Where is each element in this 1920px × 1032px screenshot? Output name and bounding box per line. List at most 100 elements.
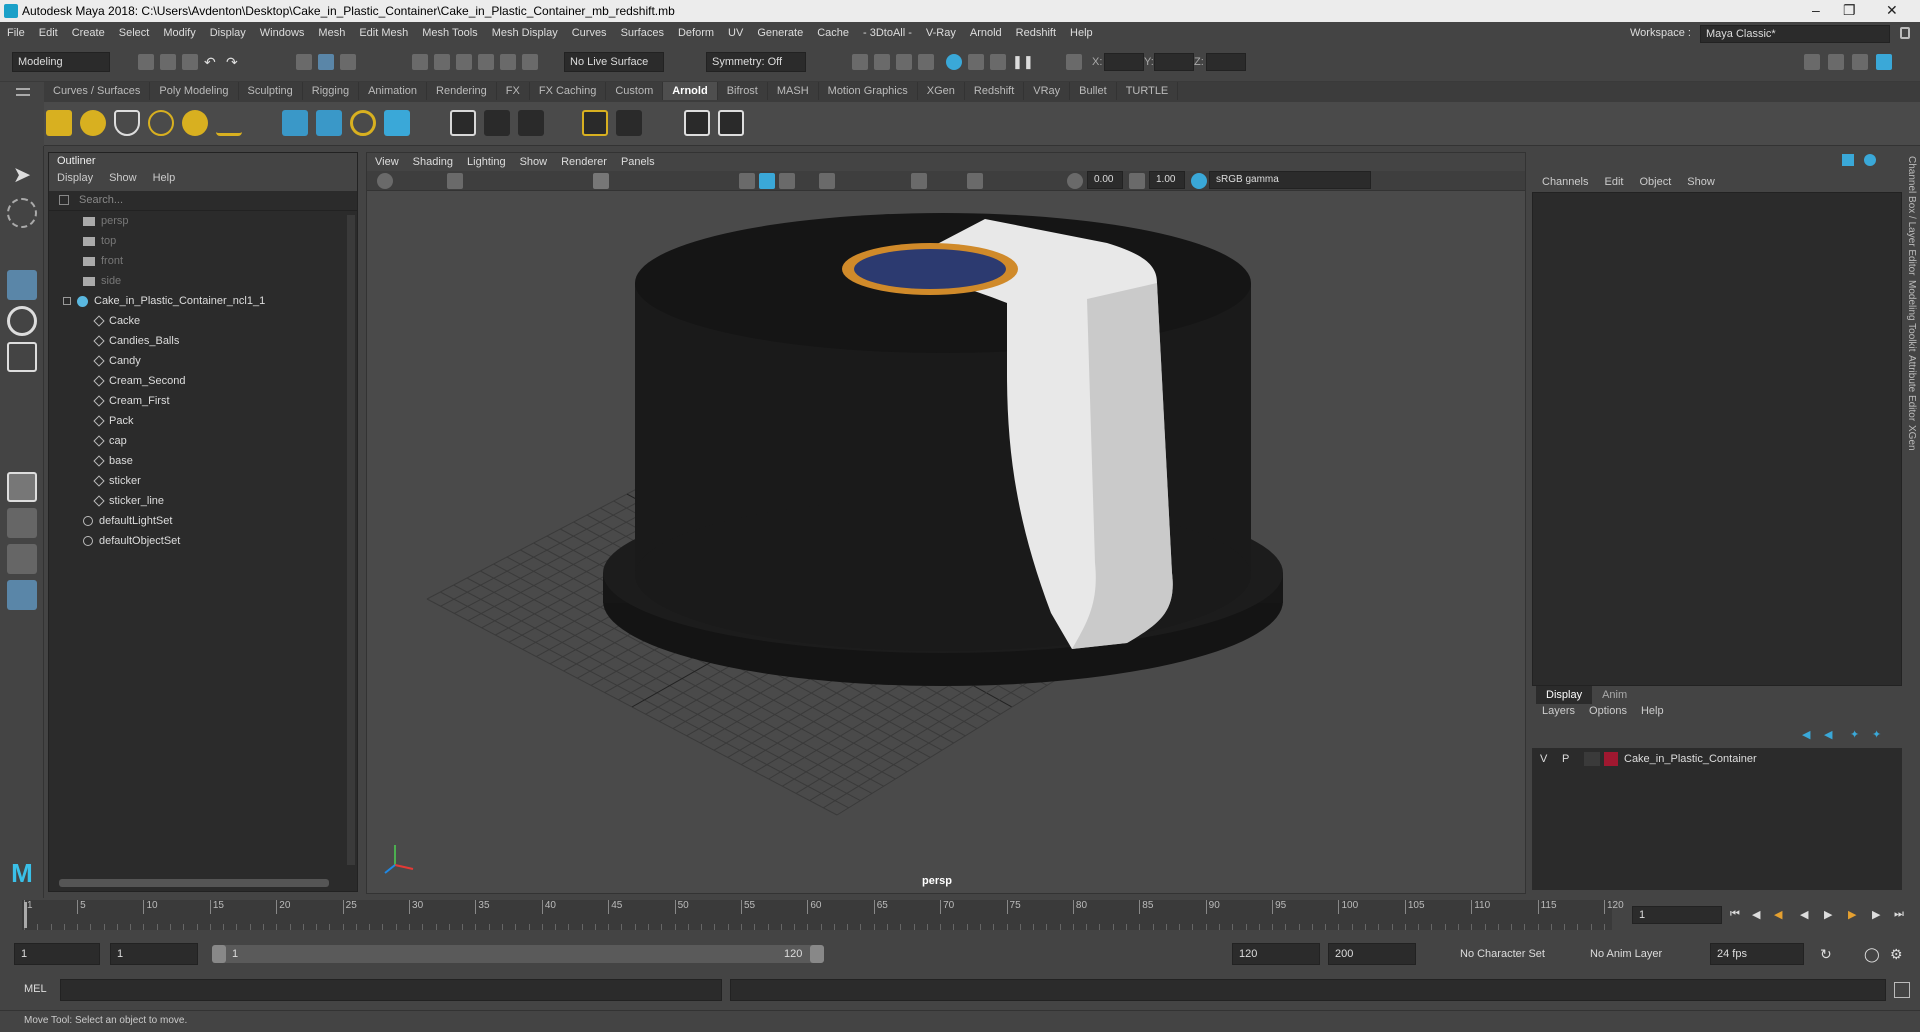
anim-prefs-icon[interactable]: ⚙: [1890, 946, 1903, 963]
pause-render-icon[interactable]: ❚❚: [1012, 54, 1034, 70]
new-layer-icon[interactable]: ✦: [1850, 728, 1866, 744]
menu-curves[interactable]: Curves: [572, 27, 607, 39]
outliner-horizontal-scrollbar[interactable]: [59, 879, 329, 887]
layer-row[interactable]: V P Cake_in_Plastic_Container: [1532, 748, 1902, 770]
hypershade-icon[interactable]: [946, 54, 962, 70]
volume-icon[interactable]: [384, 110, 410, 136]
viewport-menu-shading[interactable]: Shading: [413, 156, 453, 168]
shelf-tab-fx-caching[interactable]: FX Caching: [530, 82, 607, 100]
menu-help[interactable]: Help: [1070, 27, 1093, 39]
photometric-light-icon[interactable]: [182, 110, 208, 136]
undo-icon[interactable]: ↶: [204, 54, 220, 70]
viewport-scene[interactable]: [367, 193, 1525, 895]
outliner-menu-display[interactable]: Display: [57, 172, 93, 184]
attribute-icon[interactable]: [1864, 154, 1876, 166]
viewport-menu-panels[interactable]: Panels: [621, 156, 655, 168]
arnold-renderview-icon[interactable]: [684, 110, 710, 136]
range-slider-start-handle[interactable]: [212, 945, 226, 963]
shelf-tab-bifrost[interactable]: Bifrost: [718, 82, 768, 100]
channel-box-menu-channels[interactable]: Channels: [1542, 176, 1588, 188]
smooth-shade-icon[interactable]: [759, 173, 775, 189]
export-standin-icon[interactable]: [316, 110, 342, 136]
render-frame-icon[interactable]: [874, 54, 890, 70]
side-tab-attribute-editor[interactable]: Attribute Editor: [1906, 355, 1917, 421]
shelf-tab-arnold[interactable]: Arnold: [663, 82, 718, 100]
playback-end-field[interactable]: 120: [1232, 943, 1320, 965]
wireframe-icon[interactable]: [739, 173, 755, 189]
expand-toggle-icon[interactable]: [63, 297, 71, 306]
menu-create[interactable]: Create: [72, 27, 105, 39]
outliner-row[interactable]: Candy: [49, 351, 357, 371]
render-selected-icon[interactable]: [616, 110, 642, 136]
outliner-menu-show[interactable]: Show: [109, 172, 137, 184]
modeling-toolkit-icon[interactable]: [1804, 54, 1820, 70]
transform-mode-icon[interactable]: [1066, 54, 1082, 70]
outliner-menu-help[interactable]: Help: [153, 172, 176, 184]
move-tool-icon[interactable]: [7, 270, 37, 300]
snap-curve-icon[interactable]: [434, 54, 450, 70]
outliner-row[interactable]: defaultLightSet: [49, 511, 357, 531]
layer-tab-display[interactable]: Display: [1536, 686, 1593, 704]
exposure-icon[interactable]: [1067, 173, 1083, 189]
outliner-row[interactable]: top: [49, 231, 357, 251]
layer-visibility-toggle[interactable]: V: [1540, 753, 1562, 765]
outliner-row[interactable]: side: [49, 271, 357, 291]
snap-view-plane-icon[interactable]: [478, 54, 494, 70]
outliner-search-input[interactable]: Search...: [49, 191, 357, 211]
lock-icon[interactable]: [1900, 27, 1910, 39]
shelf-tab-vray[interactable]: VRay: [1024, 82, 1071, 100]
outliner-row[interactable]: sticker_line: [49, 491, 357, 511]
shelf-tab-custom[interactable]: Custom: [606, 82, 664, 100]
layer-name[interactable]: Cake_in_Plastic_Container: [1624, 753, 1757, 765]
outliner-row[interactable]: base: [49, 451, 357, 471]
layer-menu-layers[interactable]: Layers: [1542, 705, 1575, 717]
select-by-object-icon[interactable]: [318, 54, 334, 70]
redshift-render-icon[interactable]: [990, 54, 1006, 70]
channel-box[interactable]: [1532, 192, 1902, 686]
z-field[interactable]: [1206, 53, 1246, 71]
shelf-tab-animation[interactable]: Animation: [359, 82, 428, 100]
scene-end-field[interactable]: 200: [1328, 943, 1416, 965]
shelf-tab-motion-graphics[interactable]: Motion Graphics: [819, 82, 918, 100]
mel-input[interactable]: [60, 979, 722, 1001]
current-frame-field[interactable]: 1: [1632, 906, 1722, 924]
menu-arnold[interactable]: Arnold: [970, 27, 1002, 39]
color-space-select[interactable]: sRGB gamma: [1209, 171, 1371, 189]
maximize-button[interactable]: ❐: [1843, 2, 1856, 19]
four-view-layout-icon[interactable]: [7, 508, 37, 538]
paint-select-tool-icon[interactable]: [7, 234, 37, 264]
step-forward-key-icon[interactable]: ▶: [1872, 908, 1880, 921]
physical-sky-icon[interactable]: [216, 110, 242, 136]
close-button[interactable]: ✕: [1886, 2, 1898, 19]
menu-surfaces[interactable]: Surfaces: [621, 27, 664, 39]
render-view-icon[interactable]: [852, 54, 868, 70]
character-set-select[interactable]: No Character Set: [1460, 948, 1545, 960]
y-field[interactable]: [1154, 53, 1194, 71]
camera-attributes-icon[interactable]: [447, 173, 463, 189]
time-slider[interactable]: 1 5 10 15 20 25 30 35 40 45 50 55 60 65 70 75 80 85 90 95 10…: [0, 898, 1920, 934]
shelf-tab-poly-modeling[interactable]: Poly Modeling: [150, 82, 239, 100]
tool-settings-icon[interactable]: [1852, 54, 1868, 70]
lights-icon[interactable]: [819, 173, 835, 189]
menu-display[interactable]: Display: [210, 27, 246, 39]
menu-edit-mesh[interactable]: Edit Mesh: [359, 27, 408, 39]
step-back-frame-icon[interactable]: ◀: [1774, 908, 1782, 921]
auto-key-icon[interactable]: ◯: [1864, 946, 1880, 963]
channel-box-menu-edit[interactable]: Edit: [1604, 176, 1623, 188]
side-tab-xgen[interactable]: XGen: [1906, 425, 1917, 451]
channel-box-menu-show[interactable]: Show: [1687, 176, 1715, 188]
new-scene-icon[interactable]: [138, 54, 154, 70]
snap-vertex-icon[interactable]: [522, 54, 538, 70]
gamma-icon[interactable]: [1129, 173, 1145, 189]
outliner-row[interactable]: Cacke: [49, 311, 357, 331]
ipr-render-icon[interactable]: [896, 54, 912, 70]
outliner-row[interactable]: sticker: [49, 471, 357, 491]
outliner-row[interactable]: defaultObjectSet: [49, 531, 357, 551]
outliner-row[interactable]: Cake_in_Plastic_Container_ncl1_1: [49, 291, 357, 311]
select-tool-icon[interactable]: ➤: [7, 162, 37, 192]
shelf-tab-rigging[interactable]: Rigging: [303, 82, 360, 100]
isolate-select-icon[interactable]: [967, 173, 983, 189]
single-perspective-layout-icon[interactable]: [7, 472, 37, 502]
textured-icon[interactable]: [779, 173, 795, 189]
layer-type-box[interactable]: [1584, 752, 1600, 766]
